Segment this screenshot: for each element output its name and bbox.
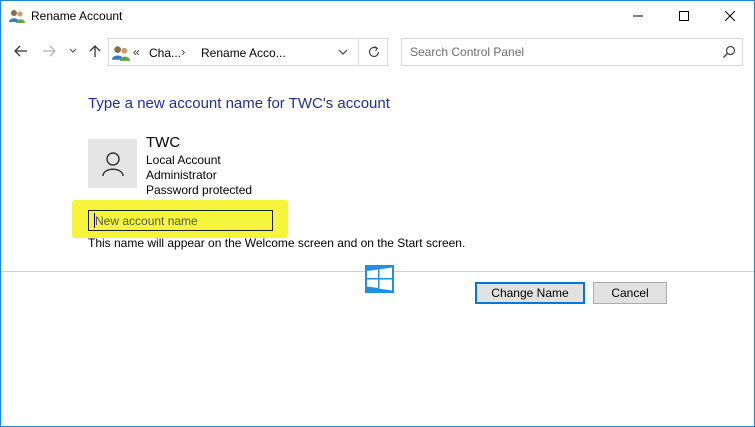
forward-button[interactable] — [39, 41, 59, 61]
up-button[interactable] — [85, 41, 105, 61]
text-caret — [94, 213, 95, 228]
address-bar[interactable]: « Cha... › Rename Acco... — [108, 38, 388, 66]
arrow-up-icon — [89, 45, 101, 57]
recent-locations-button[interactable] — [63, 41, 83, 61]
user-icon — [101, 151, 124, 176]
account-password-status: Password protected — [146, 183, 253, 197]
new-account-name-input[interactable] — [88, 210, 273, 231]
maximize-icon — [679, 11, 689, 21]
breadcrumb-control-panel[interactable]: Cha... — [149, 46, 181, 60]
change-name-button[interactable]: Change Name — [475, 282, 585, 304]
chevron-down-icon — [338, 49, 348, 55]
windows-logo-icon — [365, 265, 394, 293]
breadcrumb-rename-account[interactable]: Rename Acco... — [201, 46, 286, 60]
close-icon — [725, 11, 735, 21]
search-icon[interactable] — [722, 45, 736, 59]
account-type: Local Account — [146, 153, 221, 167]
search-input[interactable] — [402, 39, 702, 65]
breadcrumb-separator[interactable]: › — [181, 44, 185, 59]
page-title: Type a new account name for TWC's accoun… — [88, 95, 390, 112]
avatar — [88, 139, 137, 188]
cancel-button[interactable]: Cancel — [593, 282, 667, 304]
search-box[interactable] — [401, 38, 743, 66]
user-accounts-icon — [112, 44, 130, 62]
account-role: Administrator — [146, 168, 217, 182]
user-accounts-icon — [9, 8, 25, 24]
rename-account-window: Rename Account « Cha... › Rename Acco...… — [0, 0, 755, 427]
refresh-button[interactable] — [358, 39, 388, 65]
window-title: Rename Account — [31, 9, 123, 23]
close-button[interactable] — [707, 1, 753, 31]
chevron-down-icon — [69, 48, 77, 53]
refresh-icon — [368, 46, 379, 58]
maximize-button[interactable] — [661, 1, 707, 31]
arrow-right-icon — [43, 45, 56, 57]
address-dropdown-button[interactable] — [331, 39, 355, 65]
minimize-icon — [633, 15, 643, 17]
account-name: TWC — [146, 134, 181, 151]
breadcrumb-overflow[interactable]: « — [133, 45, 140, 59]
title-bar: Rename Account — [1, 1, 754, 31]
back-button[interactable] — [11, 41, 31, 61]
minimize-button[interactable] — [615, 1, 661, 31]
navigation-bar: « Cha... › Rename Acco... — [1, 31, 754, 73]
arrow-left-icon — [14, 45, 27, 57]
name-hint-text: This name will appear on the Welcome scr… — [88, 236, 466, 250]
